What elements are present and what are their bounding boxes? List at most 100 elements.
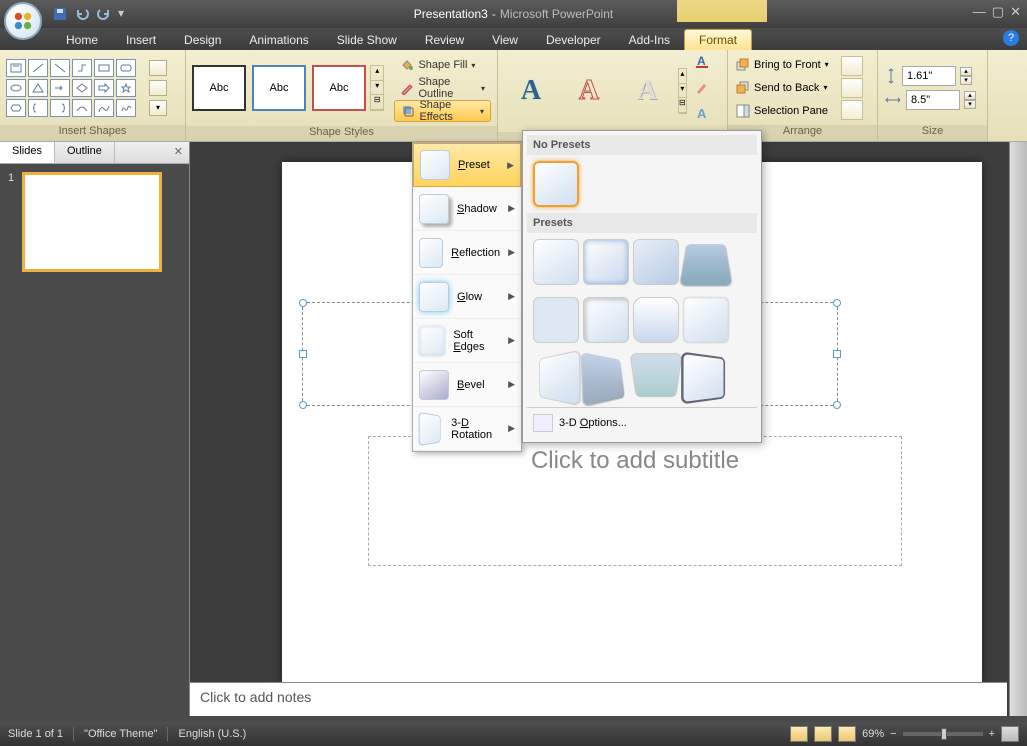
zoom-slider[interactable]	[903, 732, 983, 736]
shape-width-input[interactable]: 8.5"	[906, 90, 960, 110]
selection-pane-button[interactable]: Selection Pane	[732, 100, 833, 122]
wordart-style-2[interactable]: A	[562, 68, 616, 114]
shape-triangle-icon[interactable]	[28, 79, 48, 97]
flyout-3d-options[interactable]: 3-D Options...	[527, 407, 757, 438]
preset-3[interactable]	[633, 239, 679, 285]
shape-star-icon[interactable]	[116, 79, 136, 97]
tab-developer[interactable]: Developer	[532, 30, 615, 50]
qat-more-icon[interactable]: ▾	[118, 6, 134, 22]
height-down-icon[interactable]: ▾	[960, 76, 972, 85]
tab-insert[interactable]: Insert	[112, 30, 170, 50]
align-button[interactable]	[841, 56, 863, 76]
shape-fill-button[interactable]: Shape Fill▾	[394, 54, 491, 76]
close-button[interactable]: ✕	[1010, 4, 1021, 20]
shape-height-input[interactable]: 1.61"	[902, 66, 956, 86]
rotate-button[interactable]	[841, 100, 863, 120]
tab-home[interactable]: Home	[52, 30, 112, 50]
preset-8[interactable]	[683, 297, 729, 343]
text-outline-button[interactable]	[695, 80, 723, 102]
preset-5[interactable]	[533, 297, 579, 343]
menu-item-3d-rotation[interactable]: 3-D Rotation▶	[413, 407, 521, 451]
shape-line2-icon[interactable]	[50, 59, 70, 77]
tab-format[interactable]: Format	[684, 29, 752, 50]
preset-7[interactable]	[633, 297, 679, 343]
wordart-gallery-scroll[interactable]: ▴ ▾ ⊟	[678, 68, 687, 114]
tab-animations[interactable]: Animations	[235, 30, 322, 50]
shape-arrowshape-icon[interactable]	[94, 79, 114, 97]
resize-handle-ne[interactable]	[833, 299, 841, 307]
preset-none[interactable]	[533, 161, 579, 207]
vertical-scrollbar[interactable]	[1009, 142, 1027, 716]
slideshow-view-button[interactable]	[838, 726, 856, 742]
resize-handle-w[interactable]	[299, 350, 307, 358]
shape-curve-icon[interactable]	[72, 99, 92, 117]
bring-to-front-button[interactable]: Bring to Front▾	[732, 54, 833, 76]
status-language[interactable]: English (U.S.)	[178, 728, 246, 740]
gallery-more-icon[interactable]: ⊟	[371, 95, 383, 110]
subtitle-placeholder[interactable]: Click to add subtitle	[368, 436, 902, 566]
height-up-icon[interactable]: ▴	[960, 67, 972, 76]
menu-item-soft-edges[interactable]: Soft Edges▶	[413, 319, 521, 363]
shape-style-3[interactable]: Abc	[312, 65, 366, 111]
edit-shape-button[interactable]	[149, 60, 167, 76]
preset-6[interactable]	[583, 297, 629, 343]
text-fill-button[interactable]: A	[695, 54, 723, 76]
shape-diamond-icon[interactable]	[72, 79, 92, 97]
gallery-prev-icon[interactable]: ▴	[371, 66, 383, 81]
sorter-view-button[interactable]	[814, 726, 832, 742]
shapes-more-button[interactable]: ▾	[149, 100, 167, 116]
shape-style-1[interactable]: Abc	[192, 65, 246, 111]
group-button[interactable]	[841, 78, 863, 98]
text-effects-button[interactable]: A	[695, 106, 723, 128]
undo-icon[interactable]	[74, 6, 90, 22]
resize-handle-e[interactable]	[833, 350, 841, 358]
preset-9[interactable]	[539, 350, 580, 407]
style-gallery-scroll[interactable]: ▴ ▾ ⊟	[370, 65, 384, 111]
zoom-out-button[interactable]: −	[890, 728, 896, 740]
shape-style-gallery[interactable]: Abc Abc Abc	[192, 65, 366, 111]
shape-textbox-icon[interactable]	[6, 59, 26, 77]
textbox-button[interactable]	[149, 80, 167, 96]
shape-rrect-icon[interactable]	[116, 59, 136, 77]
notes-pane[interactable]: Click to add notes	[190, 682, 1007, 716]
shape-connector-icon[interactable]	[72, 59, 92, 77]
panel-close-button[interactable]: ✕	[168, 142, 189, 163]
shape-oval-icon[interactable]	[6, 79, 26, 97]
preset-12[interactable]	[681, 352, 725, 405]
menu-item-shadow[interactable]: Shadow▶	[413, 187, 521, 231]
width-down-icon[interactable]: ▾	[964, 100, 976, 109]
preset-11[interactable]	[630, 353, 683, 397]
width-up-icon[interactable]: ▴	[964, 91, 976, 100]
shape-line-icon[interactable]	[28, 59, 48, 77]
outline-tab[interactable]: Outline	[55, 142, 115, 163]
resize-handle-se[interactable]	[833, 401, 841, 409]
tab-addins[interactable]: Add-Ins	[615, 30, 684, 50]
shapes-gallery[interactable]	[6, 59, 141, 117]
shape-rect-icon[interactable]	[94, 59, 114, 77]
tab-review[interactable]: Review	[411, 30, 478, 50]
tab-design[interactable]: Design	[170, 30, 235, 50]
shape-arrow-icon[interactable]	[50, 79, 70, 97]
shape-bracket-icon[interactable]	[50, 99, 70, 117]
preset-2[interactable]	[583, 239, 629, 285]
normal-view-button[interactable]	[790, 726, 808, 742]
tab-view[interactable]: View	[478, 30, 532, 50]
shape-outline-button[interactable]: Shape Outline▾	[394, 77, 491, 99]
zoom-in-button[interactable]: +	[989, 728, 995, 740]
minimize-button[interactable]: —	[973, 4, 986, 20]
shape-scribble-icon[interactable]	[116, 99, 136, 117]
menu-item-bevel[interactable]: Bevel▶	[413, 363, 521, 407]
zoom-value[interactable]: 69%	[862, 728, 884, 740]
preset-4[interactable]	[679, 244, 734, 287]
wordart-style-1[interactable]: A	[504, 68, 558, 114]
menu-item-preset[interactable]: Preset ▶	[413, 143, 521, 187]
resize-handle-sw[interactable]	[299, 401, 307, 409]
shape-brace-icon[interactable]	[28, 99, 48, 117]
save-icon[interactable]	[52, 6, 68, 22]
preset-10[interactable]	[581, 352, 626, 408]
shape-hex-icon[interactable]	[6, 99, 26, 117]
preset-1[interactable]	[533, 239, 579, 285]
shape-style-2[interactable]: Abc	[252, 65, 306, 111]
slides-tab[interactable]: Slides	[0, 142, 55, 163]
fit-window-button[interactable]	[1001, 726, 1019, 742]
